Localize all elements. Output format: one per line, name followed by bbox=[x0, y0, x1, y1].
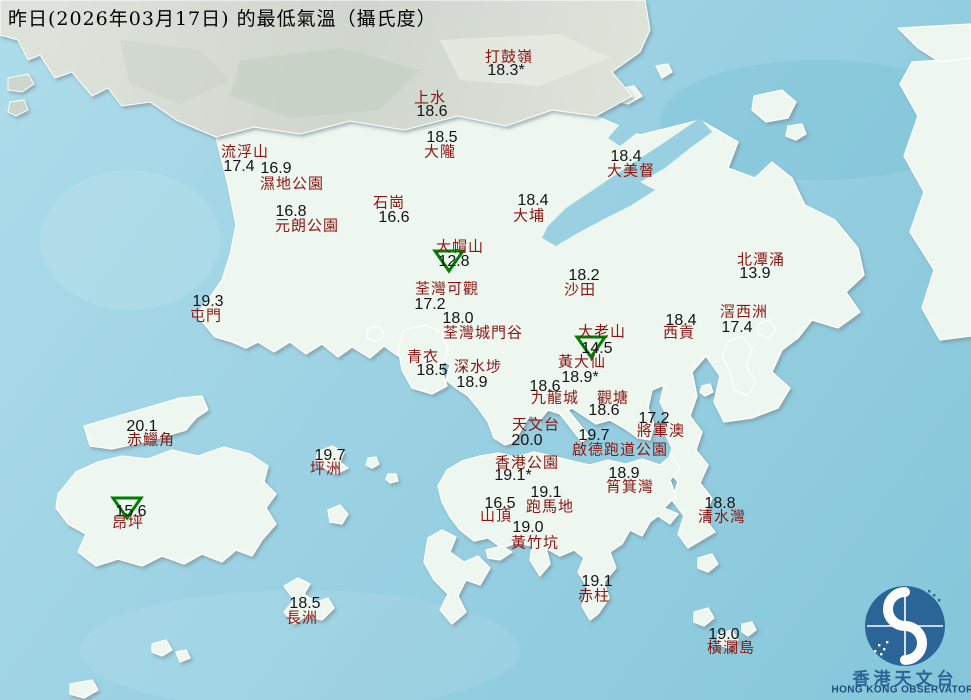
station-name-label: 黃竹坑 bbox=[510, 533, 560, 552]
station-value-label: 17.4 bbox=[721, 319, 753, 336]
weather-map: 昨日(2026年03月17日) 的最低氣溫（攝氏度） 18.3* 打鼓嶺 18.6 上… bbox=[0, 0, 971, 700]
station-name-label: 香港公園 bbox=[494, 453, 560, 472]
station-name-label: 筲箕灣 bbox=[605, 477, 655, 496]
hko-logo bbox=[865, 586, 945, 666]
station-name-label: 天文台 bbox=[511, 415, 561, 434]
station-name-label: 石崗 bbox=[372, 193, 406, 212]
station-name-label: 坪洲 bbox=[309, 459, 343, 478]
station-name-label: 元朗公園 bbox=[274, 216, 340, 235]
station-name-label: 九龍城 bbox=[530, 388, 580, 407]
station-name-label: 屯門 bbox=[189, 306, 223, 325]
map-title: 昨日(2026年03月17日) 的最低氣溫（攝氏度） bbox=[8, 8, 437, 30]
station-name-label: 大美督 bbox=[606, 161, 656, 180]
station-value-label: 16.6 bbox=[378, 209, 410, 226]
station-name-label: 黃大仙 bbox=[557, 352, 607, 371]
station-name-label: 大帽山 bbox=[435, 237, 485, 256]
station-name-label: 大老山 bbox=[577, 322, 627, 341]
station-name-label: 滘西洲 bbox=[719, 302, 769, 321]
station-name-label: 觀塘 bbox=[596, 388, 630, 407]
station-value-label: 20.0 bbox=[511, 432, 543, 449]
station-name-label: 赤柱 bbox=[577, 586, 611, 605]
station-name-label: 濕地公園 bbox=[259, 174, 325, 193]
station-name-label: 山頂 bbox=[479, 506, 513, 525]
station-name-label: 清水灣 bbox=[697, 507, 747, 526]
station-name-label: 昂坪 bbox=[111, 513, 145, 532]
station-name-label: 跑馬地 bbox=[525, 497, 575, 516]
station-name-label: 大隴 bbox=[423, 142, 457, 161]
station-name-label: 上水 bbox=[413, 88, 447, 107]
station-name-label: 橫瀾島 bbox=[706, 638, 756, 657]
station-value-label: 12.8 bbox=[438, 253, 470, 270]
station-name-label: 打鼓嶺 bbox=[484, 47, 534, 66]
station-name-label: 將軍澳 bbox=[636, 421, 686, 440]
station-value-label: 17.4 bbox=[223, 158, 255, 175]
station-name-label: 長洲 bbox=[285, 608, 319, 627]
station-name-label: 赤鱲角 bbox=[126, 430, 176, 449]
station-name-label: 流浮山 bbox=[220, 142, 270, 161]
station-name-label: 北潭涌 bbox=[736, 250, 786, 269]
hong-kong-map bbox=[0, 0, 971, 700]
station-value-label: 18.9* bbox=[561, 369, 599, 386]
station-name-label: 沙田 bbox=[563, 280, 597, 299]
station-name-label: 深水埗 bbox=[453, 357, 503, 376]
station-name-label: 西貢 bbox=[662, 323, 696, 342]
station-name-label: 青衣 bbox=[406, 347, 440, 366]
station-name-label: 荃灣城門谷 bbox=[442, 323, 524, 342]
station-name-label: 啟德跑道公園 bbox=[571, 440, 669, 459]
station-name-label: 大埔 bbox=[512, 206, 546, 225]
station-name-label: 荃灣可觀 bbox=[414, 279, 480, 298]
station-value-label: 18.9 bbox=[456, 374, 488, 391]
hko-logo-english-text: HONG KONG OBSERVATORY bbox=[831, 684, 971, 696]
station-value-label: 17.2 bbox=[414, 296, 446, 313]
